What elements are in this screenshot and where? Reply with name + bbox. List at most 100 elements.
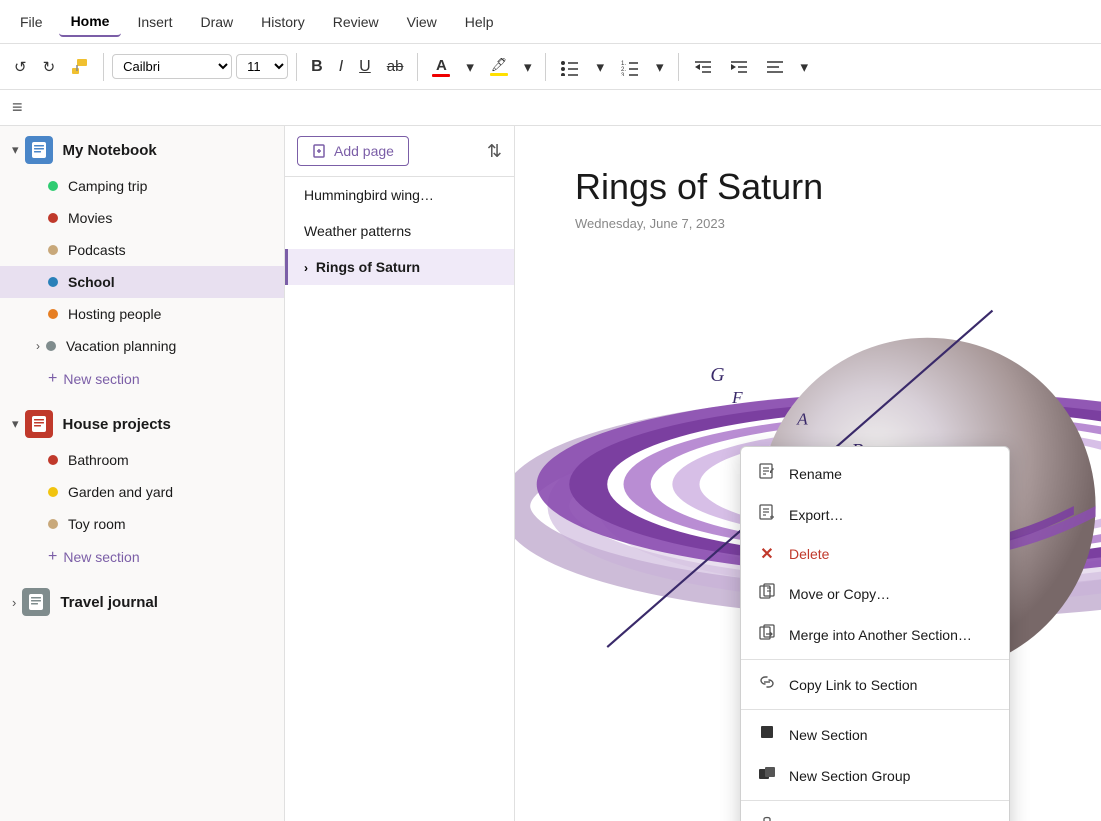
new-section-button-2[interactable]: + New section xyxy=(0,540,284,574)
page-weather[interactable]: Weather patterns xyxy=(285,213,514,249)
section-movies[interactable]: Movies xyxy=(0,202,284,234)
context-menu-separator-3 xyxy=(741,800,1009,801)
pages-header: Add page ⇅ xyxy=(285,126,514,177)
numbered-list-button[interactable]: 1.2.3. xyxy=(614,54,646,80)
new-section-group-menu-item[interactable]: New Section Group xyxy=(741,755,1009,796)
numbered-dropdown[interactable]: ▾ xyxy=(650,54,670,80)
new-section-group-icon xyxy=(757,764,777,787)
menu-view[interactable]: View xyxy=(395,8,449,36)
section-vacation[interactable]: › Vacation planning xyxy=(0,330,284,362)
new-section-button-1[interactable]: + New section xyxy=(0,362,284,396)
notebook-my-notebook-header[interactable]: ▾ My Notebook xyxy=(0,126,284,170)
context-menu: Rename Export… ✕ Delete Move or Copy… xyxy=(740,446,1010,821)
highlight-dropdown[interactable]: ▾ xyxy=(518,54,538,80)
subheader: ≡ xyxy=(0,90,1101,126)
page-rings[interactable]: › Rings of Saturn xyxy=(285,249,514,285)
decrease-indent-button[interactable] xyxy=(687,54,719,80)
section-garden[interactable]: Garden and yard xyxy=(0,476,284,508)
context-menu-separator-2 xyxy=(741,709,1009,710)
strikethrough-button[interactable]: ab xyxy=(381,54,410,79)
font-color-button[interactable]: A xyxy=(426,53,456,81)
menu-history[interactable]: History xyxy=(249,8,317,36)
format-painter-button[interactable] xyxy=(65,54,95,80)
underline-button[interactable]: U xyxy=(353,54,377,80)
section-hosting[interactable]: Hosting people xyxy=(0,298,284,330)
move-copy-icon xyxy=(757,582,777,605)
copy-link-icon xyxy=(757,673,777,696)
page-title: Rings of Saturn xyxy=(316,259,420,275)
svg-text:G: G xyxy=(710,365,724,386)
bullet-dropdown[interactable]: ▾ xyxy=(590,54,610,80)
notebook-travel-journal-header[interactable]: › Travel journal xyxy=(0,578,284,622)
svg-text:A: A xyxy=(796,410,808,429)
section-toyroom[interactable]: Toy room xyxy=(0,508,284,540)
copy-link-menu-item[interactable]: Copy Link to Section xyxy=(741,664,1009,705)
export-menu-item[interactable]: Export… xyxy=(741,494,1009,535)
menu-review[interactable]: Review xyxy=(321,8,391,36)
sort-button[interactable]: ⇅ xyxy=(487,141,502,162)
menu-insert[interactable]: Insert xyxy=(125,8,184,36)
undo-button[interactable]: ↺ xyxy=(8,54,33,80)
align-button[interactable] xyxy=(759,54,791,80)
notebook-my-notebook: ▾ My Notebook Camping trip Movies Podcas… xyxy=(0,126,284,396)
redo-button[interactable]: ↻ xyxy=(37,54,62,80)
menu-bar: File Home Insert Draw History Review Vie… xyxy=(0,0,1101,44)
separator-3 xyxy=(417,53,418,81)
merge-menu-item[interactable]: Merge into Another Section… xyxy=(741,614,1009,655)
copy-link-label: Copy Link to Section xyxy=(789,677,917,693)
page-hummingbird[interactable]: Hummingbird wing… xyxy=(285,177,514,213)
add-page-label: Add page xyxy=(334,143,394,159)
move-copy-label: Move or Copy… xyxy=(789,586,890,602)
italic-button[interactable]: I xyxy=(333,54,349,80)
rename-icon xyxy=(757,462,777,485)
new-section-group-label: New Section Group xyxy=(789,768,910,784)
new-section-icon xyxy=(757,723,777,746)
section-bathroom[interactable]: Bathroom xyxy=(0,444,284,476)
highlight-button[interactable]: 🖊 xyxy=(484,53,514,80)
password-menu-item[interactable]: Password Protect This Section xyxy=(741,805,1009,821)
bold-button[interactable]: B xyxy=(305,54,329,80)
notebook-house-projects: ▾ House projects Bathroom Garden and yar… xyxy=(0,400,284,574)
notebook-icon xyxy=(22,588,50,616)
menu-file[interactable]: File xyxy=(8,8,55,36)
section-label: Hosting people xyxy=(68,306,161,322)
section-dot xyxy=(48,455,58,465)
section-school[interactable]: School xyxy=(0,266,284,298)
hamburger-icon[interactable]: ≡ xyxy=(12,97,23,118)
notebook-chevron-icon: ▾ xyxy=(12,142,19,158)
notebook-house-projects-header[interactable]: ▾ House projects xyxy=(0,400,284,444)
align-dropdown[interactable]: ▾ xyxy=(795,54,815,80)
section-dot xyxy=(48,181,58,191)
svg-text:3.: 3. xyxy=(621,73,626,76)
merge-icon xyxy=(757,623,777,646)
move-copy-menu-item[interactable]: Move or Copy… xyxy=(741,573,1009,614)
section-camping[interactable]: Camping trip xyxy=(0,170,284,202)
separator-2 xyxy=(296,53,297,81)
separator-5 xyxy=(678,53,679,81)
section-chevron-icon: › xyxy=(36,339,40,353)
pages-panel: Add page ⇅ Hummingbird wing… Weather pat… xyxy=(285,126,515,821)
rename-label: Rename xyxy=(789,466,842,482)
menu-draw[interactable]: Draw xyxy=(188,8,245,36)
section-dot xyxy=(48,213,58,223)
font-color-dropdown[interactable]: ▾ xyxy=(460,54,480,80)
rename-menu-item[interactable]: Rename xyxy=(741,453,1009,494)
new-section-menu-item[interactable]: New Section xyxy=(741,714,1009,755)
my-notebook-title: My Notebook xyxy=(63,142,157,159)
delete-menu-item[interactable]: ✕ Delete xyxy=(741,535,1009,573)
font-name-select[interactable]: Cailbri xyxy=(112,54,232,79)
increase-indent-button[interactable] xyxy=(723,54,755,80)
export-icon xyxy=(757,503,777,526)
section-label: Camping trip xyxy=(68,178,147,194)
section-podcasts[interactable]: Podcasts xyxy=(0,234,284,266)
notebook-travel-journal: › Travel journal xyxy=(0,578,284,622)
menu-help[interactable]: Help xyxy=(453,8,506,36)
new-section-label: New section xyxy=(63,371,139,387)
menu-home[interactable]: Home xyxy=(59,7,122,37)
font-size-select[interactable]: 11 xyxy=(236,54,288,79)
notebook-icon xyxy=(25,410,53,438)
page-title: Hummingbird wing… xyxy=(304,187,434,203)
notebook-chevron-icon: ▾ xyxy=(12,416,19,432)
add-page-button[interactable]: Add page xyxy=(297,136,409,166)
bullet-list-button[interactable] xyxy=(554,54,586,80)
